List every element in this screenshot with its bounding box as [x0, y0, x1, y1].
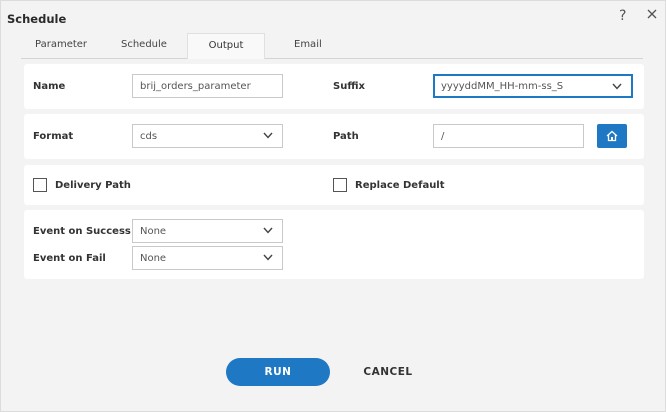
replace-default-checkbox[interactable] — [333, 178, 347, 192]
tab-bar: Parameter Schedule Output Email — [21, 33, 643, 59]
cancel-button[interactable]: CANCEL — [353, 358, 423, 386]
name-suffix-card: Name brij_orders_parameter Suffix yyyydd… — [24, 64, 644, 109]
tab-email[interactable]: Email — [294, 39, 322, 50]
event-on-fail-select[interactable]: None — [132, 246, 283, 270]
schedule-dialog: Schedule ? Parameter Schedule Output Ema… — [0, 0, 666, 412]
delivery-path-checkbox[interactable] — [33, 178, 47, 192]
name-label: Name — [33, 81, 66, 92]
replace-default-label: Replace Default — [355, 180, 445, 191]
delivery-path-label: Delivery Path — [55, 180, 131, 191]
event-on-success-select[interactable]: None — [132, 219, 283, 243]
chevron-down-icon — [263, 132, 273, 139]
event-on-fail-value: None — [140, 253, 167, 264]
format-path-card: Format cds Path / — [24, 114, 644, 159]
question-mark-icon[interactable]: ? — [619, 8, 626, 24]
home-icon — [606, 130, 618, 142]
dialog-title: Schedule — [7, 12, 67, 26]
run-button[interactable]: RUN — [226, 358, 330, 386]
chevron-down-icon — [612, 83, 622, 90]
event-on-success-label: Event on Success — [33, 226, 131, 237]
path-input[interactable]: / — [433, 124, 584, 148]
tab-parameter[interactable]: Parameter — [35, 39, 87, 50]
suffix-select[interactable]: yyyyddMM_HH-mm-ss_S — [433, 74, 633, 98]
format-select[interactable]: cds — [132, 124, 283, 148]
suffix-value: yyyyddMM_HH-mm-ss_S — [441, 81, 564, 92]
tab-schedule[interactable]: Schedule — [121, 39, 167, 50]
chevron-down-icon — [263, 254, 273, 261]
events-card: Event on Success None Event on Fail None — [24, 210, 644, 279]
path-label: Path — [333, 131, 359, 142]
suffix-label: Suffix — [333, 81, 365, 92]
event-on-success-value: None — [140, 226, 167, 237]
event-on-fail-label: Event on Fail — [33, 253, 106, 264]
format-label: Format — [33, 131, 74, 142]
format-value: cds — [140, 131, 158, 142]
close-icon[interactable] — [645, 7, 659, 21]
path-browse-button[interactable] — [597, 124, 627, 148]
chevron-down-icon — [263, 227, 273, 234]
tab-output[interactable]: Output — [187, 33, 265, 59]
delivery-options-card: Delivery Path Replace Default — [24, 165, 644, 205]
name-input[interactable]: brij_orders_parameter — [132, 74, 283, 98]
